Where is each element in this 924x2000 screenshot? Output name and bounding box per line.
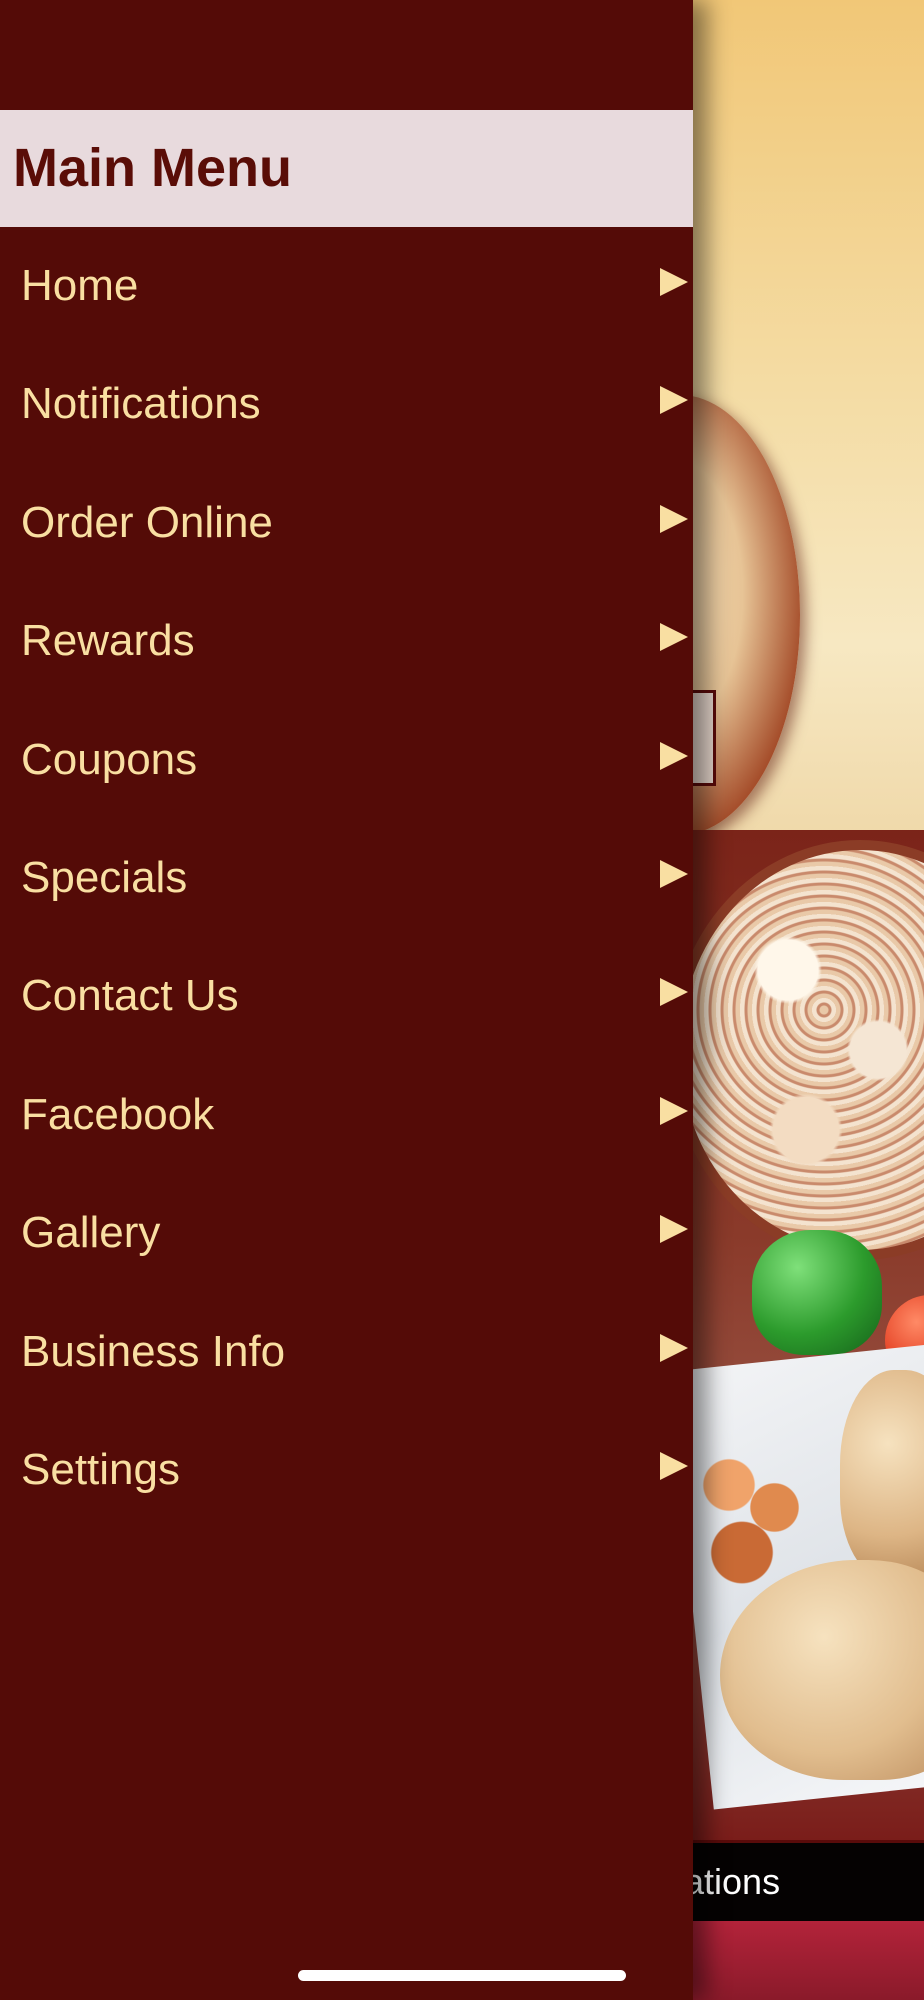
drawer-header: Main Menu <box>0 110 693 227</box>
menu-item-label: Home <box>21 261 139 310</box>
menu-item-notifications[interactable]: Notifications <box>0 345 693 463</box>
menu-item-label: Settings <box>21 1444 180 1494</box>
triangle-right-icon <box>660 504 688 533</box>
menu-item-label: Business Info <box>21 1326 286 1376</box>
triangle-right-icon <box>660 268 688 296</box>
triangle-right-icon <box>660 386 688 415</box>
triangle-right-icon <box>660 1096 688 1125</box>
menu-item-rewards[interactable]: Rewards <box>0 582 693 700</box>
calzone-image <box>840 1370 924 1580</box>
wings-image <box>690 1440 820 1590</box>
side-drawer: Main Menu Home Notifications Order Onlin… <box>0 0 693 2000</box>
drawer-title: Main Menu <box>13 138 292 198</box>
menu-item-order-online[interactable]: Order Online <box>0 464 693 582</box>
menu-item-business-info[interactable]: Business Info <box>0 1293 693 1411</box>
logo-mark <box>690 690 716 786</box>
menu-item-label: Coupons <box>21 734 198 784</box>
menu-item-label: Order Online <box>21 497 273 547</box>
menu-item-label: Gallery <box>21 1208 161 1258</box>
menu-item-gallery[interactable]: Gallery <box>0 1174 693 1292</box>
menu-item-coupons[interactable]: Coupons <box>0 701 693 819</box>
triangle-right-icon <box>660 741 688 770</box>
menu-item-contact-us[interactable]: Contact Us <box>0 937 693 1055</box>
triangle-right-icon <box>660 623 688 652</box>
triangle-right-icon <box>660 978 688 1007</box>
menu-item-label: Specials <box>21 852 188 902</box>
triangle-right-icon <box>660 1215 688 1244</box>
triangle-right-icon <box>660 1333 688 1362</box>
menu-item-label: Contact Us <box>21 971 239 1021</box>
app-screen: ifications Main Menu Home Notifications … <box>0 0 924 2000</box>
menu-list: Home Notifications Order Online Rewards … <box>0 227 693 1529</box>
home-indicator[interactable] <box>298 1970 626 1981</box>
triangle-right-icon <box>660 1451 688 1480</box>
menu-item-specials[interactable]: Specials <box>0 819 693 937</box>
menu-item-facebook[interactable]: Facebook <box>0 1056 693 1174</box>
menu-item-label: Rewards <box>21 616 195 666</box>
menu-item-home[interactable]: Home <box>0 227 693 345</box>
menu-item-label: Facebook <box>21 1089 215 1139</box>
menu-item-settings[interactable]: Settings <box>0 1411 693 1529</box>
triangle-right-icon <box>660 859 688 888</box>
menu-item-label: Notifications <box>21 379 261 429</box>
pepper-image <box>752 1230 882 1355</box>
